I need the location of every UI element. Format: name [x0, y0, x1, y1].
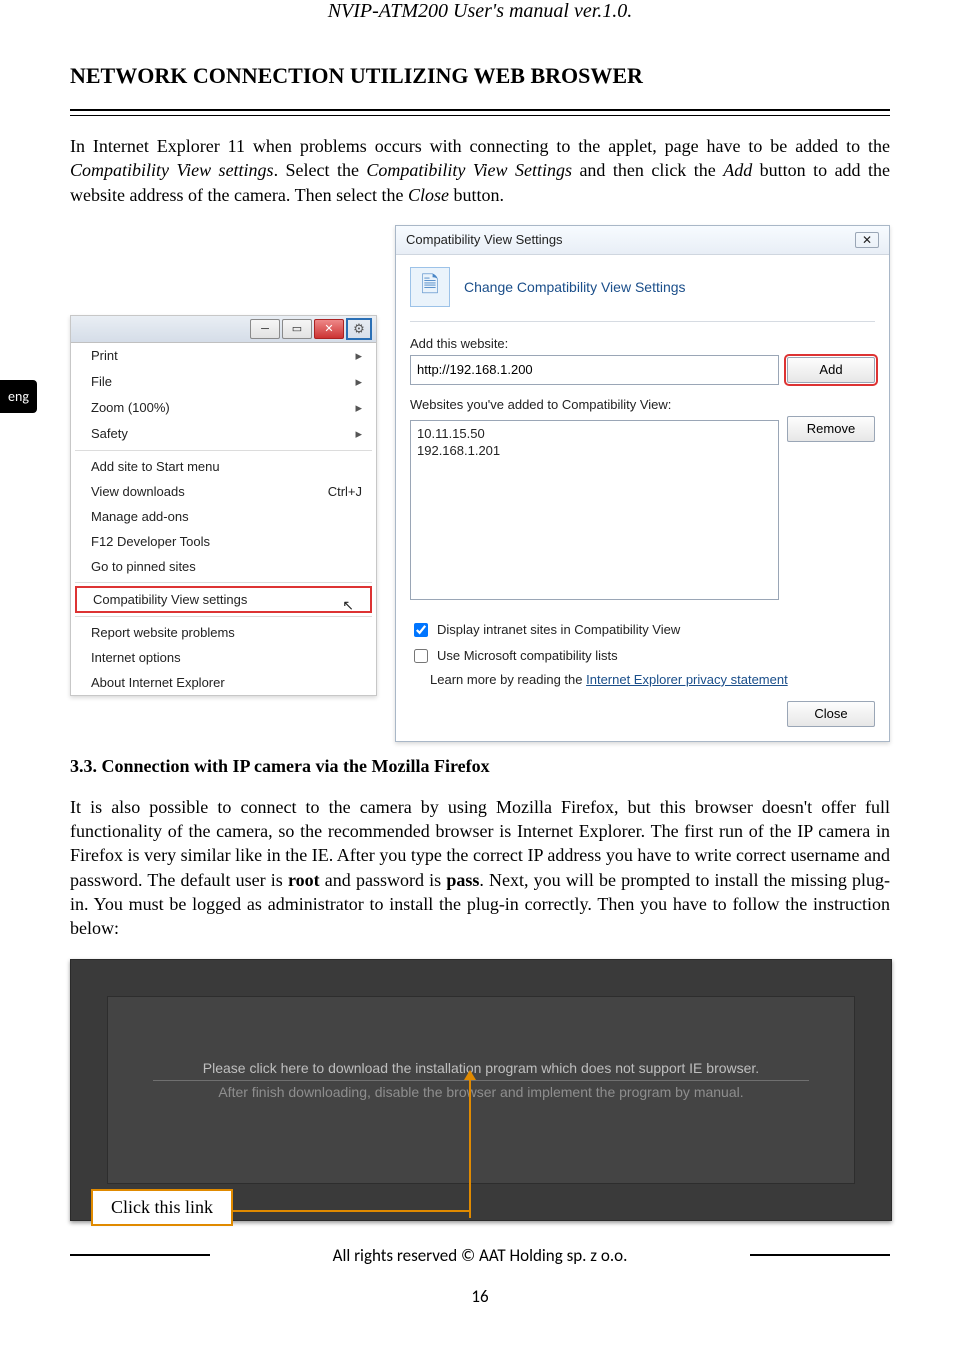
menu-item-about[interactable]: About Internet Explorer	[71, 670, 376, 695]
menu-item-view-downloads[interactable]: View downloads Ctrl+J	[71, 479, 376, 504]
callout-line	[231, 1210, 471, 1212]
shortcut: Ctrl+J	[328, 484, 362, 499]
label: Go to pinned sites	[91, 559, 196, 574]
close-button[interactable]: ✕	[314, 319, 344, 339]
language-tab: eng	[0, 380, 37, 413]
remove-button[interactable]: Remove	[787, 416, 875, 442]
text: button.	[449, 185, 504, 205]
text-bold: root	[288, 870, 320, 890]
text: . Select the	[274, 160, 367, 180]
text: In Internet Explorer 11 when problems oc…	[70, 136, 890, 156]
compat-view-dialog: Compatibility View Settings ✕ 🗎 Change C…	[395, 225, 890, 742]
menu-separator	[75, 616, 372, 617]
label: Compatibility View settings	[93, 592, 247, 607]
ms-lists-checkbox[interactable]	[414, 649, 428, 663]
text-italic: Close	[408, 185, 449, 205]
menu-item-manage-addons[interactable]: Manage add-ons	[71, 504, 376, 529]
cursor-icon: ↖	[342, 597, 354, 614]
text-italic: Compatibility View settings	[70, 160, 274, 180]
list-item[interactable]: 192.168.1.201	[417, 442, 772, 459]
menu-item-internet-options[interactable]: Internet options	[71, 645, 376, 670]
footer-rule	[70, 1254, 210, 1256]
add-website-input[interactable]	[410, 355, 779, 385]
list-item[interactable]: 10.11.15.50	[417, 425, 772, 442]
text-italic: Add	[723, 160, 752, 180]
text: and password is	[320, 870, 447, 890]
close-button[interactable]: Close	[787, 701, 875, 727]
dialog-banner: Change Compatibility View Settings	[464, 279, 686, 295]
menu-item-file[interactable]: File ▸	[71, 369, 376, 395]
footer-rule	[750, 1254, 890, 1256]
footer-copyright: All rights reserved © AAT Holding sp. z …	[333, 1245, 628, 1266]
text: and then click the	[572, 160, 723, 180]
dialog-title: Compatibility View Settings	[406, 232, 563, 247]
label: Report website problems	[91, 625, 235, 640]
checkbox-label: Display intranet sites in Compatibility …	[437, 622, 680, 637]
close-icon[interactable]: ✕	[855, 232, 879, 248]
label: Manage add-ons	[91, 509, 189, 524]
label: Internet options	[91, 650, 181, 665]
menu-item-zoom[interactable]: Zoom (100%) ▸	[71, 395, 376, 421]
maximize-button[interactable]: ▭	[282, 319, 312, 339]
menu-separator	[75, 450, 372, 451]
label: Zoom (100%)	[91, 400, 170, 415]
compat-icon: 🗎	[410, 267, 450, 307]
divider	[410, 321, 875, 322]
submenu-arrow-icon: ▸	[355, 426, 362, 442]
page-number: 16	[70, 1286, 890, 1307]
divider	[70, 109, 890, 116]
add-button[interactable]: Add	[787, 357, 875, 383]
websites-listbox[interactable]: 10.11.15.50 192.168.1.201	[410, 420, 779, 600]
menu-item-pinned[interactable]: Go to pinned sites	[71, 554, 376, 579]
label: Print	[91, 348, 118, 363]
intranet-checkbox[interactable]	[414, 623, 428, 637]
submenu-arrow-icon: ▸	[355, 348, 362, 364]
label: Add site to Start menu	[91, 459, 220, 474]
label: Safety	[91, 426, 128, 441]
text-bold: pass	[446, 870, 479, 890]
intro-paragraph: In Internet Explorer 11 when problems oc…	[70, 134, 890, 207]
menu-item-add-start[interactable]: Add site to Start menu	[71, 454, 376, 479]
instruction-text: After finish downloading, disable the br…	[71, 1084, 891, 1100]
submenu-arrow-icon: ▸	[355, 400, 362, 416]
subsection-heading: 3.3. Connection with IP camera via the M…	[70, 756, 890, 777]
menu-item-compat-settings[interactable]: Compatibility View settings ↖	[75, 586, 372, 613]
menu-separator	[75, 582, 372, 583]
ie-tools-menu: ─ ▭ ✕ ⚙ Print ▸ File ▸ Zoom (100%) ▸ Safety…	[70, 315, 377, 696]
window-titlebar: ─ ▭ ✕ ⚙	[71, 316, 376, 343]
label: About Internet Explorer	[91, 675, 225, 690]
menu-item-report[interactable]: Report website problems	[71, 620, 376, 645]
learn-more-text: Learn more by reading the	[430, 672, 586, 687]
add-website-label: Add this website:	[410, 336, 875, 351]
callout-label: Click this link	[91, 1189, 233, 1226]
download-link-text[interactable]: Please click here to download the instal…	[153, 1060, 809, 1081]
label: View downloads	[91, 484, 185, 499]
text-italic: Compatibility View Settings	[366, 160, 572, 180]
menu-item-print[interactable]: Print ▸	[71, 343, 376, 369]
callout-line	[469, 1078, 471, 1218]
checkbox-label: Use Microsoft compatibility lists	[437, 648, 618, 663]
label: File	[91, 374, 112, 389]
minimize-button[interactable]: ─	[250, 319, 280, 339]
menu-item-safety[interactable]: Safety ▸	[71, 421, 376, 447]
firefox-plugin-screenshot: Please click here to download the instal…	[70, 959, 892, 1221]
firefox-paragraph: It is also possible to connect to the ca…	[70, 795, 890, 941]
websites-list-label: Websites you've added to Compatibility V…	[410, 397, 875, 412]
submenu-arrow-icon: ▸	[355, 374, 362, 390]
label: F12 Developer Tools	[91, 534, 210, 549]
section-heading: NETWORK CONNECTION UTILIZING WEB BROSWER	[70, 63, 890, 89]
menu-item-f12[interactable]: F12 Developer Tools	[71, 529, 376, 554]
gear-icon[interactable]: ⚙	[346, 318, 372, 340]
privacy-link[interactable]: Internet Explorer privacy statement	[586, 672, 788, 687]
doc-header: NVIP-ATM200 User's manual ver.1.0.	[70, 0, 890, 23]
